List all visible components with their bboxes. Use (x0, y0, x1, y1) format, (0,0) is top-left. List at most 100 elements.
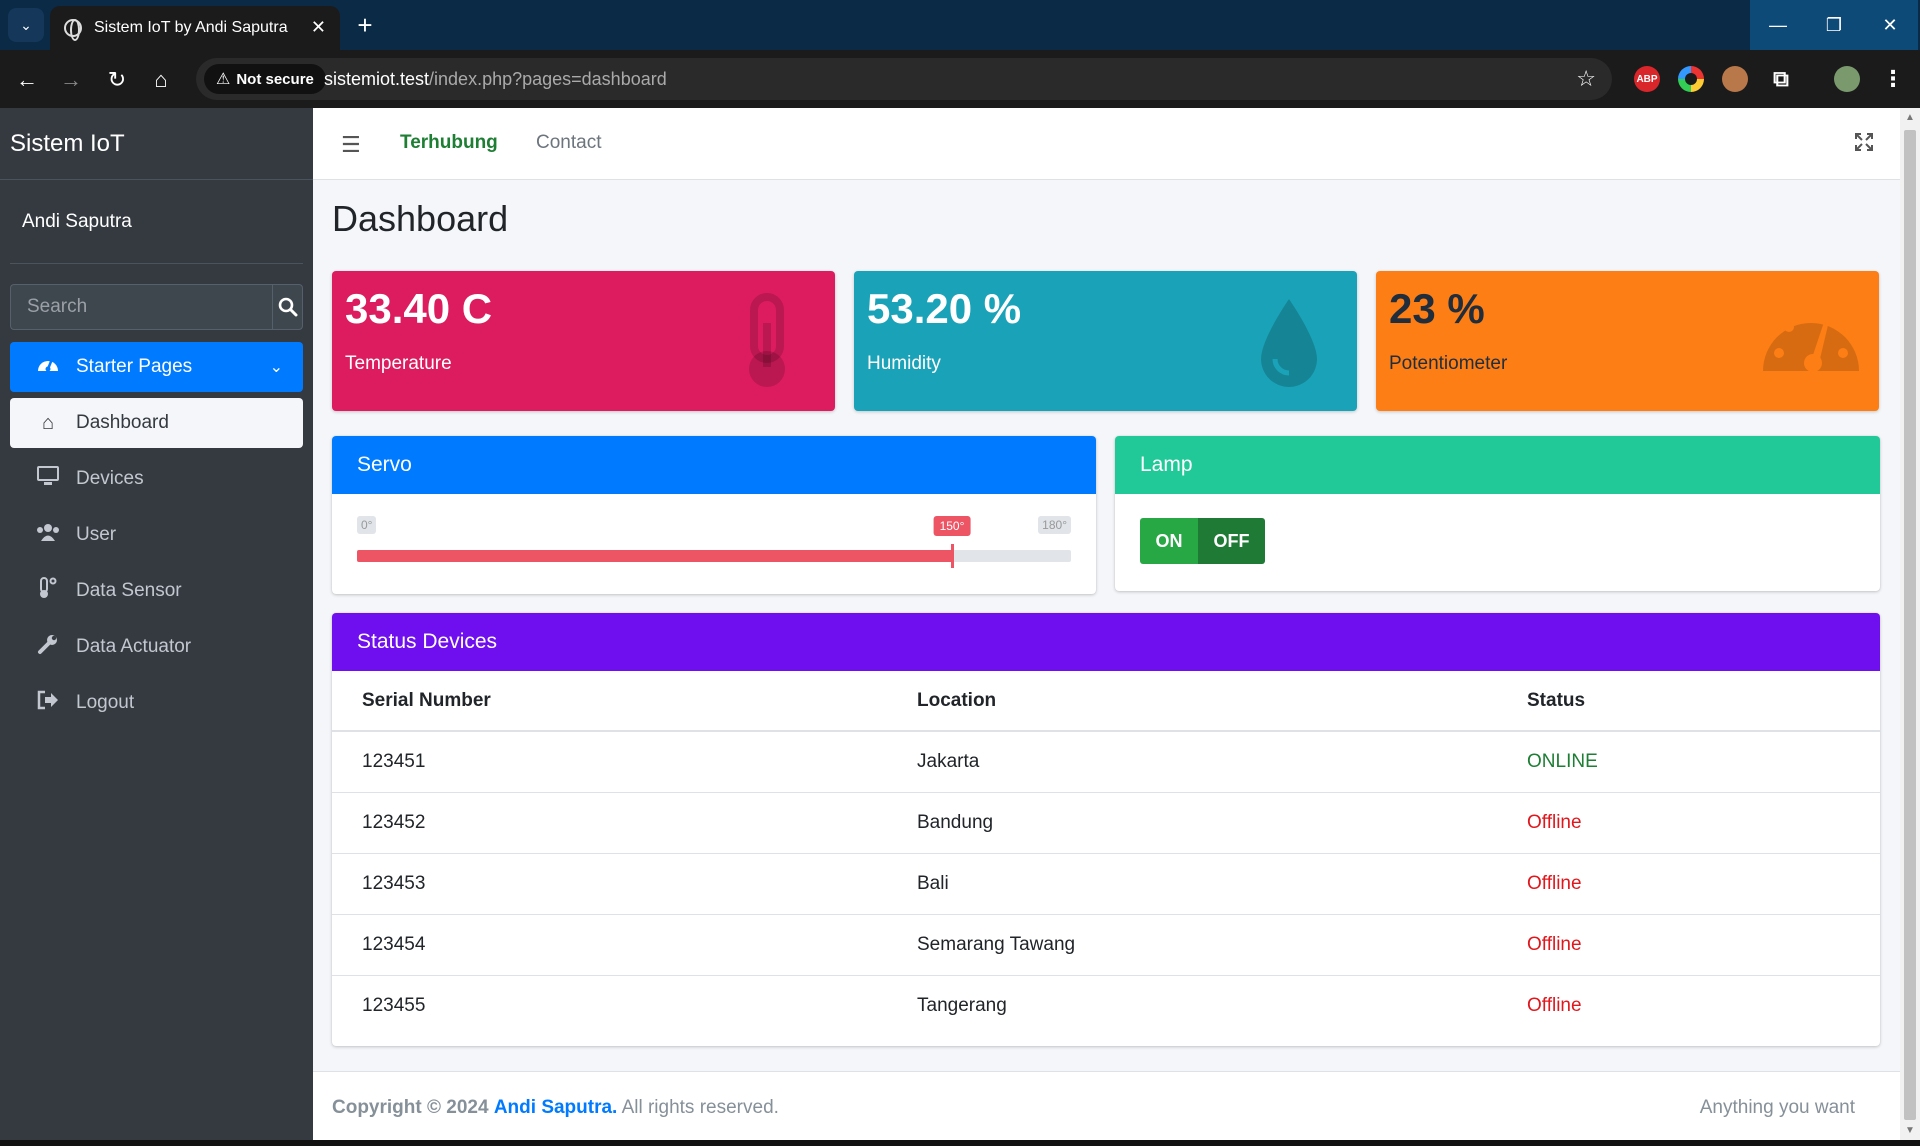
nav-link-contact[interactable]: Contact (536, 132, 601, 154)
restore-button[interactable]: ❐ (1806, 0, 1862, 50)
sidebar-item-label: Starter Pages (76, 356, 193, 377)
sidebar-item-label: Data Sensor (76, 580, 182, 601)
location-cell: Bandung (887, 792, 1497, 854)
browser-menu-icon[interactable]: ⋮ (1880, 66, 1906, 92)
humidity-label: Humidity (867, 353, 941, 374)
serial-cell: 123451 (332, 731, 887, 793)
users-icon (34, 522, 62, 548)
location-cell: Tangerang (917, 994, 1007, 1016)
home-icon: ⌂ (41, 411, 55, 434)
chevron-down-icon: ⌄ (20, 16, 32, 33)
sidebar-item-logout[interactable]: Logout (10, 678, 303, 728)
scroll-up-arrow-icon[interactable]: ▲ (1905, 112, 1915, 123)
humidity-box: 53.20 % Humidity (854, 271, 1357, 411)
sidebar-item-label: User (76, 524, 117, 545)
sidebar-search (10, 284, 303, 330)
search-input[interactable] (10, 284, 272, 330)
table-row: 123452 Bandung Offline (332, 792, 1880, 854)
browser-tab[interactable]: Sistem IoT by Andi Saputra ✕ (50, 6, 340, 50)
column-header: Serial Number (332, 671, 887, 732)
lamp-toggle[interactable]: ON OFF (1140, 518, 1265, 564)
temperature-label: Temperature (345, 353, 452, 374)
sidebar-item-dashboard[interactable]: ⌂ Dashboard (10, 398, 303, 448)
scroll-down-arrow-icon[interactable]: ▼ (1905, 1125, 1915, 1136)
search-button[interactable] (272, 284, 303, 330)
nav-link-terhubung[interactable]: Terhubung (400, 132, 498, 154)
tab-search-button[interactable]: ⌄ (8, 8, 44, 42)
serial-cell: 123454 (332, 914, 887, 976)
temperature-box: 33.40 C Temperature (332, 271, 835, 411)
slider-fill (357, 550, 952, 562)
sidebar-item-label: Data Actuator (76, 636, 192, 657)
minimize-button[interactable]: — (1750, 0, 1806, 50)
servo-slider[interactable]: 0° 180° 150° (357, 516, 1071, 576)
author-link[interactable]: Andi Saputra. (494, 1097, 618, 1118)
hamburger-menu-icon[interactable]: ☰ (341, 132, 361, 158)
potentiometer-box: 23 % Potentiometer (1376, 271, 1879, 411)
potentiometer-label: Potentiometer (1389, 353, 1508, 374)
lamp-off-button[interactable]: OFF (1198, 518, 1265, 564)
back-icon[interactable]: ← (14, 67, 40, 93)
sidebar-item-starter-pages[interactable]: Starter Pages ⌄ (10, 342, 303, 392)
address-bar[interactable]: ⚠ Not secure sistemiot.test/index.php?pa… (196, 58, 1612, 100)
profile-avatar[interactable] (1834, 66, 1860, 92)
bookmark-star-icon[interactable]: ☆ (1576, 66, 1596, 92)
user-panel-name[interactable]: Andi Saputra (10, 180, 303, 264)
slider-current-label: 150° (933, 516, 971, 536)
serial-cell: 123453 (332, 853, 887, 915)
security-label: Not secure (236, 70, 314, 88)
adblock-extension-icon[interactable]: ABP (1634, 66, 1660, 92)
forward-icon[interactable]: → (58, 67, 84, 93)
status-cell: ONLINE (1497, 731, 1880, 793)
page-scrollbar[interactable]: ▲ ▼ (1900, 108, 1920, 1140)
slider-max-label: 180° (1038, 516, 1071, 534)
cookie-extension-icon[interactable] (1722, 66, 1748, 92)
reload-icon[interactable]: ↻ (104, 67, 130, 93)
status-cell: Offline (1497, 914, 1880, 976)
sidebar-item-label: Dashboard (76, 412, 169, 433)
browser-toolbar: ← → ↻ ⌂ ⚠ Not secure sistemiot.test/inde… (0, 50, 1920, 108)
potentiometer-value: 23 % (1389, 285, 1485, 332)
slider-track[interactable] (357, 544, 1071, 568)
gauge-icon (1763, 312, 1859, 372)
slider-min-label: 0° (357, 516, 377, 534)
color-extension-icon[interactable] (1678, 66, 1704, 92)
url-host: sistemiot.test (324, 69, 430, 89)
sidebar-item-user[interactable]: User (10, 510, 303, 560)
footer-copyright: Copyright © 2024 Andi Saputra. All right… (332, 1097, 779, 1119)
window-bottom-edge (0, 1140, 1920, 1146)
chevron-down-icon: ⌄ (269, 359, 283, 376)
home-icon[interactable]: ⌂ (148, 67, 174, 93)
security-badge[interactable]: ⚠ Not secure (204, 64, 326, 94)
url-text[interactable]: sistemiot.test/index.php?pages=dashboard (324, 69, 667, 90)
table-header-row: Serial Number Location Status (332, 671, 1880, 732)
slider-handle[interactable] (951, 544, 954, 568)
sidebar-item-data-actuator[interactable]: Data Actuator (10, 622, 303, 672)
status-devices-table: Serial Number Location Status 123451 Jak… (332, 671, 1880, 1036)
status-devices-card: Status Devices Serial Number Location St… (332, 613, 1880, 1046)
sidebar-item-devices[interactable]: Devices (10, 454, 303, 504)
humidity-value: 53.20 % (867, 285, 1022, 332)
temperature-value: 33.40 C (345, 285, 493, 332)
tab-title: Sistem IoT by Andi Saputra (94, 19, 288, 36)
lamp-on-button[interactable]: ON (1140, 518, 1198, 564)
brand-link[interactable]: Sistem IoT (0, 108, 313, 180)
footer-right-text: Anything you want (1699, 1097, 1855, 1118)
close-window-button[interactable]: ✕ (1862, 0, 1918, 50)
lamp-card: Lamp ON OFF (1115, 436, 1880, 591)
rights-text: All rights reserved. (621, 1097, 779, 1118)
sidebar-item-label: Logout (76, 692, 135, 713)
url-path: /index.php?pages=dashboard (429, 69, 667, 89)
extensions-puzzle-icon[interactable]: ⧉ (1768, 66, 1794, 92)
lamp-card-title: Lamp (1115, 436, 1880, 494)
servo-card-title: Servo (332, 436, 1096, 494)
table-row: 123453 Bali Offline (332, 853, 1880, 915)
close-tab-icon[interactable]: ✕ (311, 17, 326, 38)
new-tab-button[interactable]: + (350, 10, 380, 40)
logout-icon (34, 690, 62, 716)
serial-cell: 123455 (362, 994, 426, 1016)
scrollbar-thumb[interactable] (1904, 130, 1916, 1120)
fullscreen-icon[interactable] (1854, 132, 1874, 158)
sidebar-item-data-sensor[interactable]: Data Sensor (10, 566, 303, 616)
location-cell: Semarang Tawang (887, 914, 1497, 976)
